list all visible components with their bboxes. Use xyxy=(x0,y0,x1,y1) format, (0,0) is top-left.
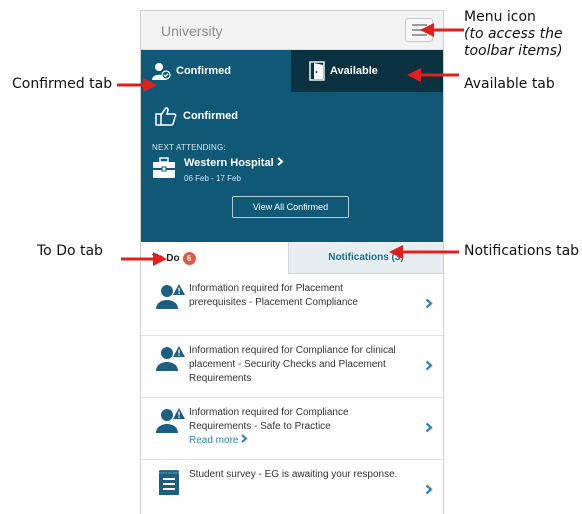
survey-icon xyxy=(158,469,180,495)
todo-annotation-arrow xyxy=(121,252,167,266)
confirmed-heading: Confirmed xyxy=(155,106,238,126)
list-item[interactable]: Information required for Placement prere… xyxy=(141,274,443,336)
chevron-right-icon xyxy=(277,157,284,166)
list-item-text: Student survey - EG is awaiting your res… xyxy=(189,469,398,480)
person-alert-icon xyxy=(156,408,185,433)
confirmed-annotation-arrow xyxy=(117,78,157,92)
placement-dates: 06 Feb - 17 Feb xyxy=(184,174,241,183)
list-item[interactable]: Student survey - EG is awaiting your res… xyxy=(141,460,443,514)
briefcase-icon xyxy=(153,157,175,178)
menu-annotation-note-2: toolbar items) xyxy=(464,43,563,59)
read-more-link[interactable]: Read more xyxy=(189,434,248,446)
chevron-right-icon xyxy=(425,484,433,495)
todo-list: Information required for Placement prere… xyxy=(141,274,443,514)
list-item-text: Information required for Compliance for … xyxy=(189,345,396,384)
list-item-body: Information required for Compliance Requ… xyxy=(189,407,349,432)
top-bar: University xyxy=(141,11,443,50)
app-title: University xyxy=(161,23,223,39)
chevron-right-icon xyxy=(241,434,248,443)
chevron-right-icon xyxy=(425,298,433,309)
read-more-label: Read more xyxy=(189,435,239,446)
tab-confirmed-label: Confirmed xyxy=(176,65,231,77)
notifications-tab-annotation: Notifications tab xyxy=(464,243,580,259)
confirmed-panel: Confirmed Available Confirmed NEXT ATTEN… xyxy=(141,50,443,242)
confirmed-heading-label: Confirmed xyxy=(183,110,238,122)
menu-annotation-arrow xyxy=(420,23,464,37)
door-icon xyxy=(309,61,325,81)
person-alert-icon xyxy=(156,284,185,309)
hospital-name: Western Hospital xyxy=(184,157,274,169)
tab-confirmed[interactable]: Confirmed xyxy=(141,50,291,92)
phone-screen: University Confirmed Available Confirmed… xyxy=(140,10,444,514)
next-placement[interactable]: Western Hospital 06 Feb - 17 Feb xyxy=(152,157,284,183)
tab-available-label: Available xyxy=(330,65,378,77)
hospital-name-row: Western Hospital xyxy=(184,157,284,169)
menu-annotation-note-1: (to access the xyxy=(464,26,563,42)
thumbs-up-icon xyxy=(155,107,177,126)
next-attending-label: NEXT ATTENDING: xyxy=(152,143,226,152)
chevron-right-icon xyxy=(425,360,433,371)
list-item[interactable]: Information required for Compliance for … xyxy=(141,336,443,398)
notifications-annotation-arrow xyxy=(389,245,459,259)
todo-count-badge: 6 xyxy=(182,251,196,265)
view-all-confirmed-button[interactable]: View All Confirmed xyxy=(232,196,349,218)
list-item-text: Information required for Placement prere… xyxy=(189,283,358,308)
placement-tabs: Confirmed Available xyxy=(141,50,443,92)
menu-annotation-title: Menu icon xyxy=(464,9,536,25)
available-tab-annotation: Available tab xyxy=(464,76,555,92)
available-annotation-arrow xyxy=(407,68,459,82)
chevron-right-icon xyxy=(425,422,433,433)
person-alert-icon xyxy=(156,346,185,371)
list-item[interactable]: Information required for Compliance Requ… xyxy=(141,398,443,460)
list-item-text: Information required for Compliance Requ… xyxy=(189,406,399,448)
todo-tab-annotation: To Do tab xyxy=(37,243,103,259)
confirmed-tab-annotation: Confirmed tab xyxy=(12,76,113,92)
menu-icon-annotation: Menu icon (to access the toolbar items) xyxy=(464,9,563,60)
